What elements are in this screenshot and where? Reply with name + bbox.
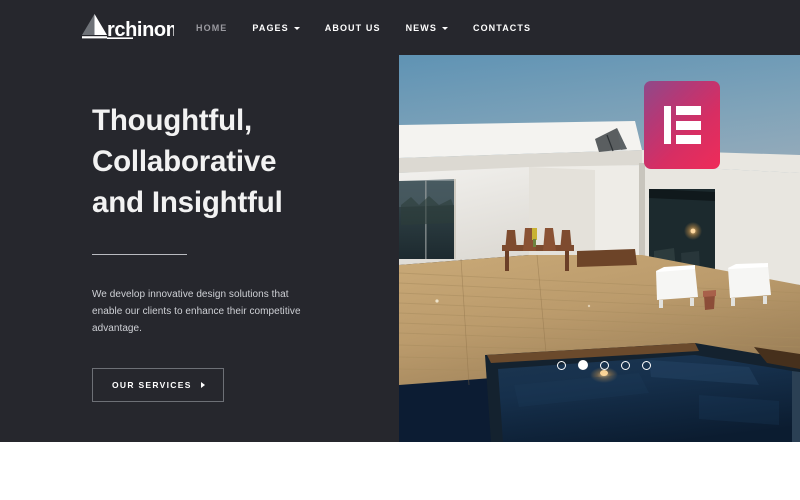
site-logo[interactable]: rchinom [78, 11, 174, 44]
nav-item-about-us[interactable]: ABOUT US [325, 23, 398, 33]
nav-item-contacts[interactable]: CONTACTS [473, 23, 531, 33]
nav-item-news-label: NEWS [405, 22, 437, 33]
logo-icon: rchinom [82, 14, 174, 41]
carousel-pagination[interactable] [557, 360, 651, 370]
elementor-horizontal-bars [675, 106, 701, 144]
nav-item-home[interactable]: HOME [196, 23, 244, 33]
hero-illustration [399, 55, 800, 442]
carousel-dot-2[interactable] [578, 360, 588, 370]
carousel-dot-5[interactable] [642, 360, 651, 370]
carousel-dot-4[interactable] [621, 360, 630, 370]
hero-divider [92, 254, 187, 255]
hero-description: We develop innovative design solutions t… [92, 289, 301, 334]
carousel-dot-3[interactable] [600, 360, 609, 370]
hero-section: Thoughtful, Collaborative and Insightful… [0, 0, 800, 442]
nav-item-home-label: HOME [196, 22, 228, 33]
site-header: rchinom HOME PAGES ABOUT US NEWS [0, 0, 800, 55]
carousel-dot-1[interactable] [557, 360, 566, 370]
chevron-right-icon [200, 382, 205, 388]
elementor-icon [663, 106, 701, 144]
nav-item-pages[interactable]: PAGES [252, 23, 316, 33]
hero-content: Thoughtful, Collaborative and Insightful… [92, 100, 392, 402]
elementor-vertical-bar [663, 106, 671, 144]
main-navigation: HOME PAGES ABOUT US NEWS CONTACTS [196, 0, 531, 55]
nav-item-contacts-label: CONTACTS [472, 22, 532, 33]
nav-item-about-us-label: ABOUT US [324, 22, 381, 33]
nav-item-pages-label: PAGES [252, 22, 289, 33]
nav-item-news[interactable]: NEWS [406, 23, 465, 33]
chevron-down-icon [441, 27, 448, 30]
hero-background-image [399, 55, 800, 442]
page-root: Thoughtful, Collaborative and Insightful… [0, 0, 800, 500]
our-services-label: OUR SERVICES [112, 380, 192, 390]
page-content-below-fold [0, 442, 800, 500]
our-services-button[interactable]: OUR SERVICES [92, 368, 224, 402]
hero-title: Thoughtful, Collaborative and Insightful [92, 104, 283, 219]
chevron-down-icon [293, 27, 300, 30]
elementor-logo-badge [644, 81, 720, 169]
